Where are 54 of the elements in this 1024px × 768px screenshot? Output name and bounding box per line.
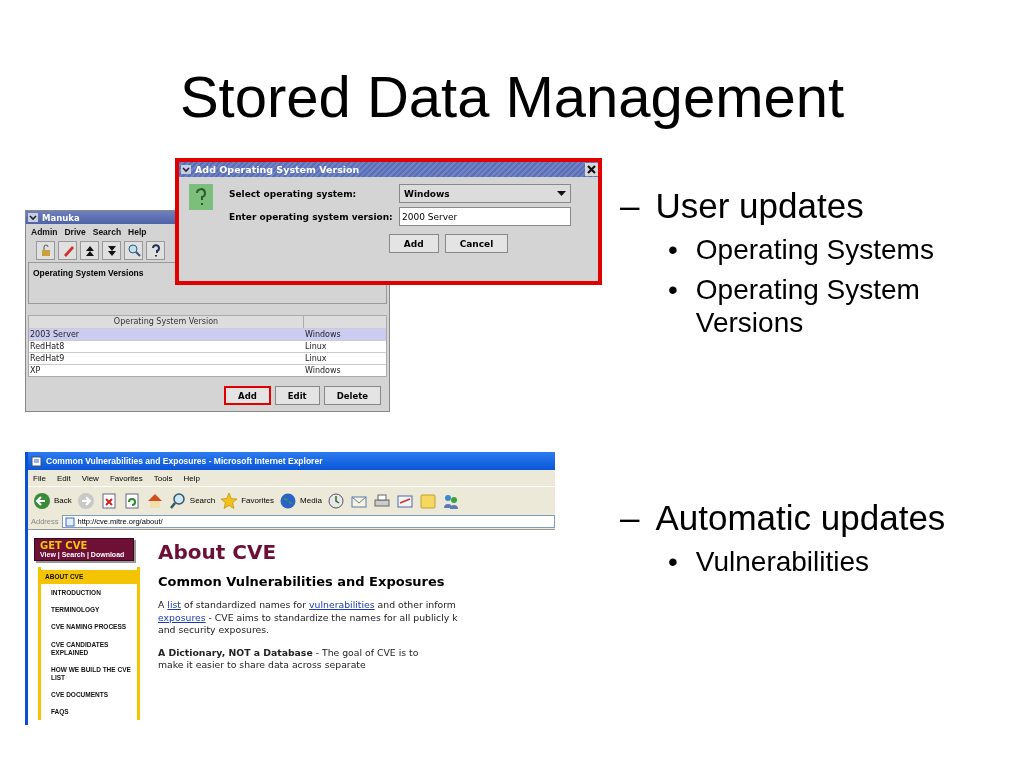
text-link[interactable]: vulnerabilities xyxy=(309,599,375,610)
dash-marker: – xyxy=(620,497,640,539)
menu-item[interactable]: Help xyxy=(183,473,200,483)
os-select[interactable]: Windows xyxy=(399,184,571,203)
menu-item[interactable]: Admin xyxy=(31,226,58,237)
table-cell[interactable]: Windows xyxy=(304,364,386,376)
bullet-text: Automatic updates xyxy=(655,497,946,539)
text-link[interactable]: exposures xyxy=(158,611,206,623)
dialog-button[interactable]: Add xyxy=(388,234,439,253)
page-subheading: Common Vulnerabilities and Exposures xyxy=(158,574,446,589)
table-cell[interactable]: RedHat9 xyxy=(29,352,304,364)
dialog-title: Add Operating System Version xyxy=(195,164,361,175)
toolbar-button[interactable]: Favorites xyxy=(220,491,275,510)
bullet-text: Vulnerabilities xyxy=(695,545,871,579)
menu-item[interactable]: File xyxy=(33,473,46,483)
bullet-text: User updates xyxy=(655,185,864,227)
window-title: Manuka xyxy=(42,212,80,223)
slide-title: Stored Data Management xyxy=(178,63,846,131)
menu-item[interactable]: View xyxy=(81,473,99,483)
menu-item[interactable]: Drive xyxy=(64,226,86,237)
toolbar-button[interactable]: Media xyxy=(279,491,322,510)
version-field[interactable]: 2000 Server xyxy=(399,207,571,226)
bullet-marker: • xyxy=(668,233,678,267)
action-button[interactable]: Delete xyxy=(323,386,381,405)
field-label: Enter operating system version: xyxy=(229,211,394,222)
dash-marker: – xyxy=(620,185,640,227)
toolbar-button[interactable]: Back xyxy=(33,491,72,510)
table-cell[interactable]: 2003 Server xyxy=(29,328,304,340)
menu-item[interactable]: Tools xyxy=(153,473,173,483)
column-header[interactable]: Operating System Version xyxy=(29,316,304,328)
banner-title: GET CVE xyxy=(40,541,89,551)
action-button[interactable]: Edit xyxy=(274,386,320,405)
table-cell[interactable]: Windows xyxy=(304,328,386,340)
dictionary-paragraph: A Dictionary, NOT a Database - The goal of CVE is to make it easier to share data across separate xyxy=(158,646,420,672)
table-cell[interactable]: Linux xyxy=(304,352,386,364)
table-cell[interactable]: RedHat8 xyxy=(29,340,304,352)
bullet-marker: • xyxy=(668,545,678,579)
page-heading: About CVE xyxy=(158,540,278,564)
table-cell[interactable]: XP xyxy=(29,364,304,376)
menu-item[interactable]: Edit xyxy=(56,473,71,483)
bullet-text: Operating System Versions xyxy=(695,272,921,340)
window-title: Common Vulnerabilities and Exposures - Microsoft Internet Explorer xyxy=(46,456,323,466)
field-label: Select operating system: xyxy=(229,188,358,199)
text-link[interactable]: list xyxy=(167,599,181,610)
toolbar-button[interactable]: Search xyxy=(168,491,216,510)
menu-item[interactable]: Favorites xyxy=(109,473,143,483)
bullet-marker: • xyxy=(668,272,678,307)
dialog-button[interactable]: Cancel xyxy=(444,234,509,253)
menu-item[interactable]: Help xyxy=(128,226,147,237)
intro-paragraph: A list of standardized names for vulnerabilities and other inform exposures - CVE aims to standardize the names for all publicly k and security exposures. xyxy=(158,599,459,637)
action-button[interactable]: Add xyxy=(224,386,271,405)
bullet-text: Operating Systems xyxy=(695,233,935,267)
menu-item[interactable]: Search xyxy=(92,226,122,237)
table-cell[interactable]: Linux xyxy=(304,340,386,352)
